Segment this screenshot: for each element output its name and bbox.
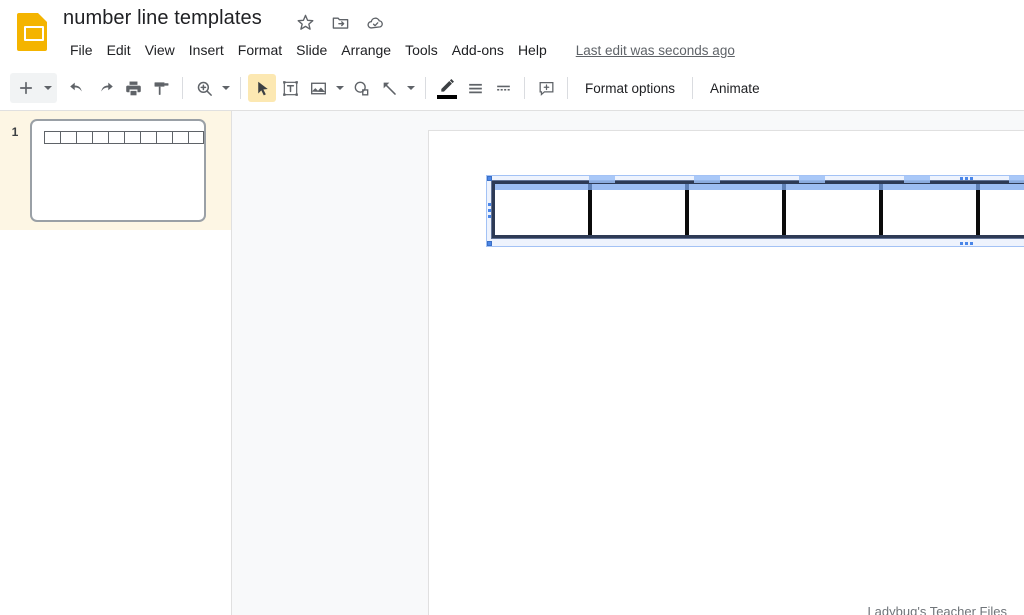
pencil-icon: [441, 78, 454, 92]
menu-item-addons[interactable]: Add-ons: [445, 40, 511, 60]
last-edit-link[interactable]: Last edit was seconds ago: [576, 43, 735, 58]
format-options-button[interactable]: Format options: [575, 76, 685, 101]
text-box-button[interactable]: [276, 74, 304, 102]
menu-item-format[interactable]: Format: [231, 40, 289, 60]
zoom-dropdown[interactable]: [218, 74, 233, 102]
menu-item-help[interactable]: Help: [511, 40, 554, 60]
insert-image-dropdown[interactable]: [332, 74, 347, 102]
menu-item-arrange[interactable]: Arrange: [334, 40, 398, 60]
menu-bar: File Edit View Insert Format Slide Arran…: [63, 38, 735, 62]
menu-item-view[interactable]: View: [138, 40, 182, 60]
selection-edge-tab: [589, 176, 615, 183]
chevron-down-icon: [335, 86, 344, 90]
document-title[interactable]: number line templates: [63, 7, 262, 30]
new-slide-dropdown[interactable]: [40, 74, 55, 102]
chevron-down-icon: [406, 86, 415, 90]
line-dropdown[interactable]: [403, 74, 418, 102]
filmstrip-slide-1[interactable]: 1: [0, 111, 231, 230]
slide-canvas[interactable]: Ladybug's Teacher Files: [429, 131, 1024, 615]
resize-handle-bottom-left[interactable]: [487, 241, 492, 246]
selection-top-band: [495, 184, 1024, 190]
move-to-folder-icon[interactable]: [331, 13, 350, 32]
resize-handle-top-left[interactable]: [487, 176, 492, 181]
new-slide-group: [10, 73, 57, 103]
editor-body: 1 Ladybug's Teacher Files: [0, 111, 1024, 615]
slides-logo-icon[interactable]: [12, 12, 52, 52]
toolbar-divider: [425, 77, 426, 99]
canvas-watermark: Ladybug's Teacher Files: [867, 604, 1007, 615]
slide-filmstrip-panel[interactable]: 1: [0, 111, 232, 615]
selection-edge-tab: [1009, 176, 1024, 183]
line-button[interactable]: [375, 74, 403, 102]
cloud-saved-icon[interactable]: [366, 13, 385, 32]
new-slide-button[interactable]: [12, 74, 40, 102]
select-tool-button[interactable]: [248, 74, 276, 102]
resize-handle-bottom-right[interactable]: [960, 242, 973, 245]
number-line-cell: [883, 184, 980, 235]
line-color-swatch: [437, 94, 457, 99]
paint-format-button[interactable]: [147, 74, 175, 102]
main-toolbar: Format options Animate: [0, 66, 1024, 111]
number-line-shape[interactable]: [486, 175, 1024, 247]
line-dash-button[interactable]: [489, 74, 517, 102]
slide-number: 1: [11, 125, 19, 139]
shape-button[interactable]: [347, 74, 375, 102]
add-comment-button[interactable]: [532, 74, 560, 102]
selection-edge-tab: [904, 176, 930, 183]
selection-edge-tab: [694, 176, 720, 183]
line-weight-button[interactable]: [461, 74, 489, 102]
line-color-button[interactable]: [433, 74, 461, 102]
slide-thumbnail[interactable]: [30, 119, 206, 222]
print-button[interactable]: [119, 74, 147, 102]
resize-handle-left[interactable]: [488, 203, 491, 218]
number-line-cell: [980, 184, 1024, 235]
menu-item-edit[interactable]: Edit: [100, 40, 138, 60]
toolbar-divider: [240, 77, 241, 99]
resize-handle-top-right[interactable]: [960, 177, 973, 180]
redo-button[interactable]: [91, 74, 119, 102]
toolbar-divider: [692, 77, 694, 99]
header-bar: number line templates File Edit View Ins…: [0, 0, 1024, 66]
animate-button[interactable]: Animate: [700, 76, 770, 101]
undo-button[interactable]: [63, 74, 91, 102]
star-icon[interactable]: [296, 13, 315, 32]
menu-item-insert[interactable]: Insert: [182, 40, 231, 60]
thumbnail-number-line: [44, 131, 204, 144]
menu-item-file[interactable]: File: [63, 40, 100, 60]
insert-image-button[interactable]: [304, 74, 332, 102]
number-line-cell: [592, 184, 689, 235]
chevron-down-icon: [221, 86, 230, 90]
chevron-down-icon: [43, 86, 52, 90]
number-line-cell: [689, 184, 786, 235]
zoom-button[interactable]: [190, 74, 218, 102]
number-line-cell: [495, 184, 592, 235]
toolbar-divider: [567, 77, 568, 99]
menu-item-slide[interactable]: Slide: [289, 40, 334, 60]
canvas-workspace[interactable]: Ladybug's Teacher Files: [232, 111, 1024, 615]
number-line-cell: [786, 184, 883, 235]
selection-edge-tab: [799, 176, 825, 183]
toolbar-divider: [524, 77, 525, 99]
title-action-icons: [296, 13, 385, 32]
toolbar-divider: [182, 77, 183, 99]
menu-item-tools[interactable]: Tools: [398, 40, 445, 60]
